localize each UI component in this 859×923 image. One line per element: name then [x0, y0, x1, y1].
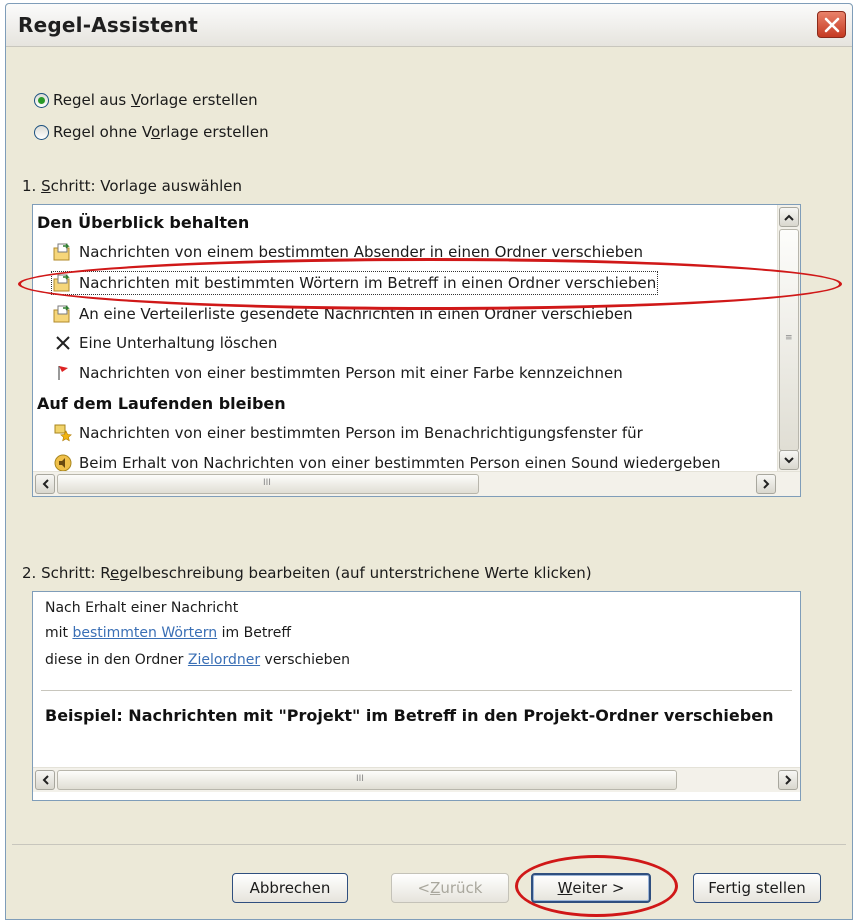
scroll-up-button[interactable] [779, 207, 799, 227]
step2-label: 2. Schritt: Regelbeschreibung bearbeiten… [22, 564, 592, 582]
list-item-selected[interactable]: Nachrichten mit bestimmten Wörtern im Be… [50, 271, 659, 295]
close-button[interactable] [817, 11, 846, 38]
move-to-folder-icon [53, 273, 73, 293]
back-button[interactable]: < Zurück [391, 873, 509, 903]
grip-icon: III [356, 774, 364, 784]
notification-star-icon [53, 423, 73, 443]
chevron-down-icon [784, 456, 794, 463]
example-text: Beispiel: Nachrichten mit "Projekt" im B… [45, 706, 774, 725]
radio-blank-rule[interactable]: Regel ohne Vorlage erstellen [34, 123, 269, 141]
horizontal-scrollbar[interactable]: III [33, 767, 800, 792]
close-icon [824, 17, 840, 33]
item-text: An eine Verteilerliste gesendete Nachric… [79, 305, 633, 323]
footer-divider [12, 844, 846, 845]
red-flag-icon [53, 363, 73, 383]
list-item[interactable]: An eine Verteilerliste gesendete Nachric… [53, 304, 633, 324]
item-text: Eine Unterhaltung löschen [79, 334, 278, 352]
item-text: Beim Erhalt von Nachrichten von einer be… [79, 454, 721, 472]
move-to-folder-icon [53, 304, 73, 324]
grip-icon: III [263, 478, 271, 488]
divider [41, 690, 792, 691]
chevron-right-icon [784, 775, 791, 785]
horizontal-scroll-thumb[interactable]: III [57, 474, 479, 494]
chevron-left-icon [42, 479, 49, 489]
item-text: Nachrichten von einer bestimmten Person … [79, 364, 623, 382]
sound-icon [53, 453, 73, 473]
radio-label: Regel aus Vorlage erstellen [53, 91, 258, 109]
next-button[interactable]: Weiter > [531, 873, 651, 903]
grip-icon: ≡ [785, 333, 793, 343]
horizontal-scroll-thumb[interactable]: III [57, 770, 677, 790]
delete-x-icon [53, 333, 73, 353]
move-to-folder-icon [53, 242, 73, 262]
finish-button[interactable]: Fertig stellen [693, 873, 821, 903]
step1-label: 1. Schritt: Vorlage auswählen [22, 177, 242, 195]
scroll-left-button[interactable] [35, 474, 55, 494]
radio-from-template[interactable]: Regel aus Vorlage erstellen [34, 91, 258, 109]
item-text: Nachrichten von einer bestimmten Person … [79, 424, 643, 442]
description-line: mit bestimmten Wörtern im Betreff [45, 625, 292, 641]
template-list[interactable]: Den Überblick behalten Nachrichten von e… [32, 204, 801, 497]
rule-description-panel: Nach Erhalt einer Nachricht mit bestimmt… [32, 591, 801, 801]
rules-wizard-dialog: Regel-Assistent Regel aus Vorlage erstel… [5, 3, 853, 920]
target-folder-link[interactable]: Zielordner [188, 652, 260, 668]
title-bar[interactable]: Regel-Assistent [6, 4, 852, 47]
chevron-right-icon [762, 479, 769, 489]
dialog-title: Regel-Assistent [18, 13, 198, 37]
vertical-scroll-thumb[interactable]: ≡ [779, 229, 799, 451]
scroll-right-button[interactable] [756, 474, 776, 494]
radio-button[interactable] [34, 124, 49, 140]
radio-button[interactable] [34, 92, 49, 108]
words-link[interactable]: bestimmten Wörtern [72, 625, 217, 641]
group-header: Auf dem Laufenden bleiben [37, 394, 286, 413]
chevron-up-icon [784, 214, 794, 221]
horizontal-scrollbar[interactable]: III [33, 471, 800, 496]
vertical-scrollbar[interactable]: ≡ [777, 205, 800, 472]
radio-label: Regel ohne Vorlage erstellen [53, 123, 269, 141]
item-text: Nachrichten mit bestimmten Wörtern im Be… [79, 274, 657, 292]
description-line: Nach Erhalt einer Nachricht [45, 600, 239, 616]
description-line: diese in den Ordner Zielordner verschieb… [45, 652, 350, 668]
item-text: Nachrichten von einem bestimmten Absende… [79, 243, 643, 261]
list-item[interactable]: Nachrichten von einer bestimmten Person … [53, 363, 623, 383]
scroll-left-button[interactable] [35, 770, 55, 790]
cancel-button[interactable]: Abbrechen [232, 873, 348, 903]
scroll-down-button[interactable] [779, 450, 799, 470]
group-header: Den Überblick behalten [37, 213, 250, 232]
list-item[interactable]: Nachrichten von einem bestimmten Absende… [53, 242, 643, 262]
list-item[interactable]: Nachrichten von einer bestimmten Person … [53, 423, 643, 443]
list-item[interactable]: Eine Unterhaltung löschen [53, 333, 277, 353]
list-item[interactable]: Beim Erhalt von Nachrichten von einer be… [53, 453, 720, 473]
chevron-left-icon [42, 775, 49, 785]
scroll-right-button[interactable] [778, 770, 798, 790]
